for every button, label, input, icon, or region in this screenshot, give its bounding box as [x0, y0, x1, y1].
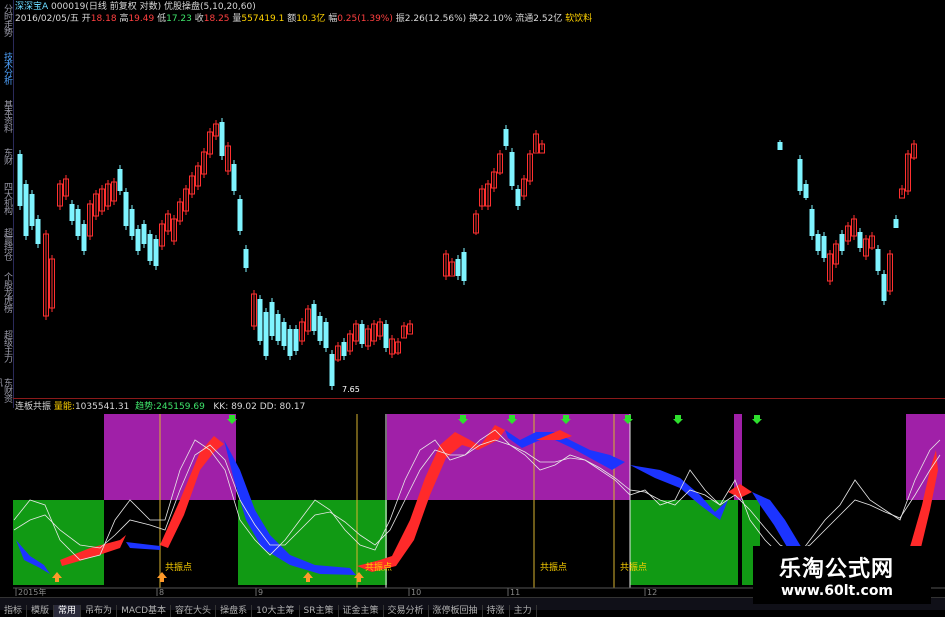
- candle-body: [17, 154, 23, 206]
- candle-body: [69, 204, 75, 221]
- candle-body: [293, 329, 299, 351]
- candle-body: [287, 329, 293, 356]
- resonance-label: 共振点: [165, 561, 192, 573]
- bottom-tab[interactable]: 涨停板回抽: [429, 605, 483, 617]
- candle-body: [821, 236, 827, 258]
- dd-value: 80.17: [279, 402, 306, 412]
- candle-body: [317, 316, 323, 341]
- bottom-tab[interactable]: 容在大头: [171, 605, 217, 617]
- watermark-title: 乐淘公式网: [779, 557, 895, 582]
- candle-body: [35, 219, 41, 244]
- candle-body: [815, 234, 821, 251]
- candle-body: [503, 129, 509, 146]
- candle-body: [383, 324, 389, 348]
- time-tick-label: 12: [647, 588, 657, 597]
- candle-body: [857, 232, 863, 248]
- bottom-tab[interactable]: SR主策: [300, 605, 339, 617]
- candle-body: [803, 184, 809, 198]
- indicator-panel-name[interactable]: 连板共振: [15, 402, 51, 412]
- candle-body: [359, 324, 365, 344]
- candle-body: [455, 259, 461, 276]
- momentum-band-down: [126, 542, 160, 550]
- candle-body: [281, 322, 287, 346]
- bottom-tab[interactable]: 交易分析: [384, 605, 429, 617]
- bottom-tab[interactable]: 主力: [510, 605, 537, 617]
- candle-body: [893, 219, 899, 228]
- bottom-tab[interactable]: 操盘系: [216, 605, 253, 617]
- indicator-header: 连板共振 量能:1035541.31 趋势:245159.69 KK: 89.0…: [15, 402, 305, 413]
- kk-value: 89.02: [231, 402, 257, 412]
- bottom-tab[interactable]: 指标: [0, 605, 28, 617]
- candle-body: [243, 249, 249, 268]
- resonance-label: 共振点: [365, 561, 392, 573]
- candle-body: [509, 152, 515, 186]
- resonance-label: 共振点: [540, 561, 567, 573]
- candle-body: [275, 314, 281, 341]
- candle-body: [231, 164, 237, 191]
- candle-body: [153, 239, 159, 266]
- candle-body: [135, 229, 141, 251]
- watermark: 乐淘公式网 www.60lt.com: [753, 546, 931, 604]
- candle-body: [875, 249, 881, 271]
- candle-body: [839, 234, 845, 251]
- candle-body: [777, 142, 783, 150]
- candle-body: [237, 199, 243, 231]
- candle-body: [311, 304, 317, 331]
- candle-body: [515, 189, 521, 206]
- candle-body: [23, 184, 29, 236]
- panel-divider[interactable]: [13, 398, 945, 399]
- candle-body: [341, 342, 347, 356]
- bottom-tab[interactable]: 证金主策: [339, 605, 384, 617]
- candle-body: [809, 209, 815, 236]
- candle-body: [81, 224, 87, 251]
- bottom-tab[interactable]: 常用: [54, 605, 82, 617]
- down-arrow-icon: [752, 415, 762, 424]
- bull-zone: [104, 414, 236, 500]
- vol-energy-value: 1035541.31: [74, 402, 130, 412]
- bear-zone: [13, 500, 104, 585]
- candle-body: [29, 194, 35, 226]
- bottom-tab[interactable]: 持涨: [483, 605, 510, 617]
- time-tick-label: 8: [159, 588, 164, 597]
- candle-body: [263, 312, 269, 356]
- candle-body: [797, 159, 803, 191]
- dd-label: DD:: [259, 402, 277, 412]
- candle-body: [881, 274, 887, 301]
- candle-body: [329, 354, 335, 386]
- time-tick-label: 10: [411, 588, 421, 597]
- vol-energy-label: 量能:: [53, 402, 75, 412]
- candle-body: [323, 322, 329, 348]
- candle-body: [147, 234, 153, 261]
- kk-label: KK:: [213, 402, 229, 412]
- candle-body: [461, 252, 467, 281]
- chart-canvas[interactable]: 7.65 共振点 共振点 共振点 共振点 2015年 8 9 10 11 12: [0, 0, 945, 609]
- candle-body: [269, 302, 275, 336]
- candle-body: [129, 209, 135, 236]
- candle-body: [117, 169, 123, 191]
- bottom-tab[interactable]: 吊布为: [81, 605, 118, 617]
- watermark-url: www.60lt.com: [781, 583, 894, 599]
- bottom-tab[interactable]: MACD基本: [117, 605, 172, 617]
- bottom-tab[interactable]: 10大主筹: [252, 605, 300, 617]
- resonance-label: 共振点: [620, 561, 647, 573]
- down-arrow-icon: [673, 415, 683, 424]
- bottom-tab[interactable]: 模版: [27, 605, 55, 617]
- candle-body: [123, 192, 129, 226]
- candle-body: [219, 122, 225, 156]
- trend-label: 趋势:: [135, 402, 157, 412]
- candle-body: [141, 224, 147, 244]
- time-tick-label: 11: [510, 588, 520, 597]
- trend-value: 245159.69: [156, 402, 205, 412]
- time-tick-label: 9: [258, 588, 263, 597]
- low-price-label: 7.65: [342, 385, 360, 394]
- bull-zone: [906, 414, 945, 500]
- candle-body: [75, 209, 81, 236]
- candle-body: [257, 299, 263, 341]
- time-tick-label: 2015年: [18, 587, 46, 597]
- up-arrow-icon: [157, 572, 167, 582]
